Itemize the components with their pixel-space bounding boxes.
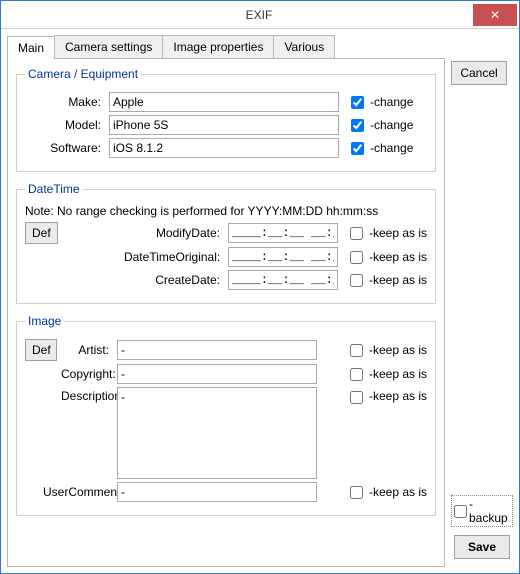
artist-label: Artist: [61, 343, 113, 357]
model-change-label: -change [370, 118, 413, 132]
software-input[interactable] [109, 138, 339, 158]
description-keep-checkbox[interactable] [350, 391, 363, 404]
tab-various[interactable]: Various [273, 35, 335, 58]
usercomment-input[interactable] [117, 482, 317, 502]
exif-window: EXIF ✕ Main Camera settings Image proper… [0, 0, 520, 574]
tab-image-properties[interactable]: Image properties [162, 35, 274, 58]
make-row: Make: -change [25, 92, 427, 112]
window-title: EXIF [45, 8, 473, 22]
main-panel: Main Camera settings Image properties Va… [7, 35, 445, 567]
cancel-button[interactable]: Cancel [451, 61, 507, 85]
datetimeoriginal-keep-checkbox[interactable] [350, 251, 363, 264]
backup-label: -backup [469, 497, 510, 525]
usercomment-keep-label: -keep as is [369, 485, 427, 499]
modifydate-label: ModifyDate: [124, 226, 224, 240]
artist-input[interactable] [117, 340, 317, 360]
software-row: Software: -change [25, 138, 427, 158]
save-button[interactable]: Save [454, 535, 510, 559]
datetimeoriginal-row: DateTimeOriginal: -keep as is [25, 247, 427, 267]
make-label: Make: [25, 95, 105, 109]
artist-keep-checkbox[interactable] [350, 344, 363, 357]
description-keep-label: -keep as is [369, 387, 427, 403]
usercomment-row: UserComment: -keep as is [25, 482, 427, 502]
modifydate-input[interactable] [228, 223, 338, 243]
make-change-label: -change [370, 95, 413, 109]
datetime-legend: DateTime [25, 182, 83, 196]
image-def-button[interactable]: Def [25, 339, 57, 361]
createdate-label: CreateDate: [124, 273, 224, 287]
modifydate-row: Def ModifyDate: -keep as is [25, 222, 427, 244]
model-input[interactable] [109, 115, 339, 135]
copyright-row: Copyright: -keep as is [25, 364, 427, 384]
tab-page-main: Camera / Equipment Make: -change Model: … [7, 58, 445, 567]
copyright-label: Copyright: [61, 367, 113, 381]
right-bottom: -backup Save [451, 495, 513, 559]
tab-strip: Main Camera settings Image properties Va… [7, 35, 445, 58]
tab-camera-settings[interactable]: Camera settings [54, 35, 163, 58]
description-label: Description: [61, 387, 113, 403]
createdate-input[interactable] [228, 270, 338, 290]
image-group: Image Def Artist: -keep as is Copyright: [16, 314, 436, 516]
datetime-def-button[interactable]: Def [25, 222, 58, 244]
software-label: Software: [25, 141, 105, 155]
close-button[interactable]: ✕ [473, 4, 517, 26]
software-change-checkbox[interactable] [351, 142, 364, 155]
usercomment-keep-checkbox[interactable] [350, 486, 363, 499]
model-label: Model: [25, 118, 105, 132]
copyright-keep-label: -keep as is [369, 367, 427, 381]
close-icon: ✕ [490, 8, 500, 22]
backup-checkbox[interactable] [454, 505, 467, 518]
modifydate-keep-checkbox[interactable] [350, 227, 363, 240]
software-change-label: -change [370, 141, 413, 155]
datetimeoriginal-input[interactable] [228, 247, 338, 267]
copyright-input[interactable] [117, 364, 317, 384]
datetime-note: Note: No range checking is performed for… [25, 204, 427, 218]
usercomment-label: UserComment: [43, 485, 113, 499]
backup-row: -backup [451, 495, 513, 527]
modifydate-keep-label: -keep as is [369, 226, 427, 240]
datetimeoriginal-label: DateTimeOriginal: [124, 250, 224, 264]
createdate-keep-label: -keep as is [369, 273, 427, 287]
image-legend: Image [25, 314, 64, 328]
make-change-checkbox[interactable] [351, 96, 364, 109]
model-change-checkbox[interactable] [351, 119, 364, 132]
make-input[interactable] [109, 92, 339, 112]
camera-equipment-legend: Camera / Equipment [25, 67, 141, 81]
datetimeoriginal-keep-label: -keep as is [369, 250, 427, 264]
artist-row: Def Artist: -keep as is [25, 339, 427, 361]
description-row: Description: -keep as is [25, 387, 427, 479]
datetime-group: DateTime Note: No range checking is perf… [16, 182, 436, 304]
camera-equipment-group: Camera / Equipment Make: -change Model: … [16, 67, 436, 172]
createdate-row: CreateDate: -keep as is [25, 270, 427, 290]
model-row: Model: -change [25, 115, 427, 135]
artist-keep-label: -keep as is [369, 343, 427, 357]
tab-main[interactable]: Main [7, 36, 55, 59]
right-panel: Cancel -backup Save [451, 35, 513, 567]
titlebar: EXIF ✕ [1, 1, 519, 29]
createdate-keep-checkbox[interactable] [350, 274, 363, 287]
client-area: Main Camera settings Image properties Va… [1, 29, 519, 573]
copyright-keep-checkbox[interactable] [350, 368, 363, 381]
description-input[interactable] [117, 387, 317, 479]
